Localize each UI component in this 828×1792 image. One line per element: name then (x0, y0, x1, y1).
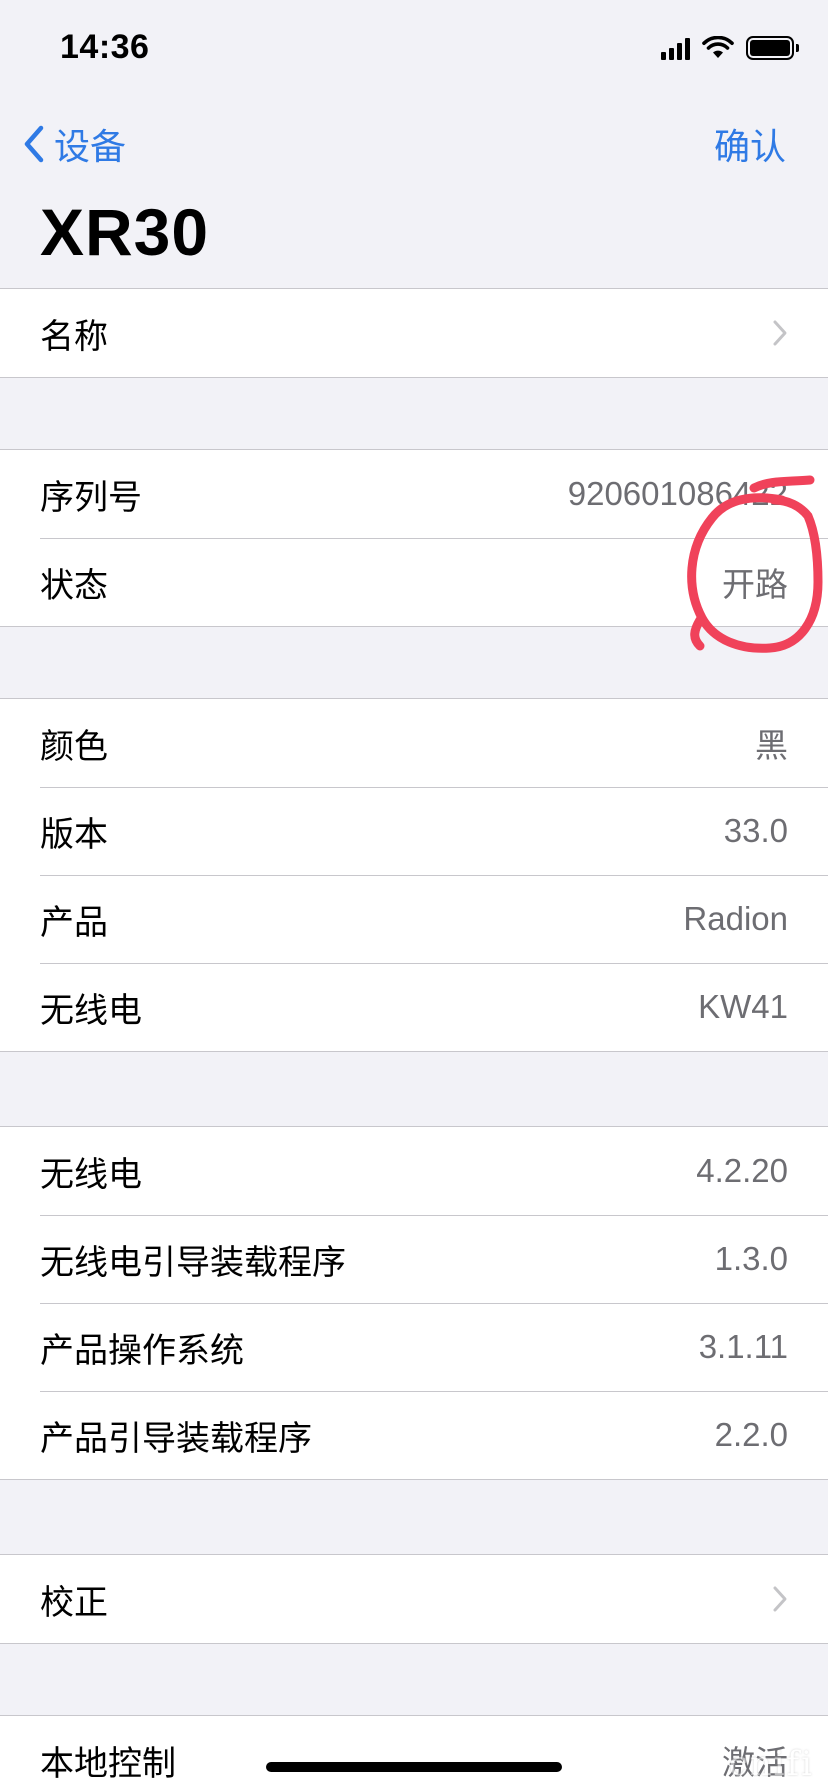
signal-icon (661, 36, 690, 60)
row-label: 名称 (40, 317, 108, 356)
group-product: 颜色 黑 版本 33.0 产品 Radion 无线电 KW41 (0, 698, 828, 1052)
group-identity: 序列号 920601086422 状态 开路 (0, 449, 828, 627)
page-title: XR30 (40, 195, 210, 269)
row-color: 颜色 黑 (0, 699, 828, 787)
product-value: Radion (683, 900, 788, 937)
chevron-left-icon (24, 125, 44, 163)
row-label: 校正 (40, 1583, 108, 1622)
row-name[interactable]: 名称 (0, 289, 828, 377)
group-name: 名称 (0, 288, 828, 378)
row-local-control[interactable]: 本地控制 激活 (0, 1716, 828, 1792)
row-product: 产品 Radion (0, 875, 828, 963)
wifi-icon (702, 36, 734, 58)
status-bar: 14:36 (0, 0, 828, 100)
product-os-value: 3.1.11 (698, 1328, 788, 1365)
product-bootloader-value: 2.2.0 (714, 1416, 788, 1453)
radio-firmware-value: 4.2.20 (696, 1152, 788, 1189)
group-calibration: 校正 (0, 1554, 828, 1644)
row-calibration[interactable]: 校正 (0, 1555, 828, 1643)
row-radio: 无线电 KW41 (0, 963, 828, 1051)
radio-value: KW41 (698, 988, 788, 1025)
watermark: cnifi (728, 1744, 814, 1784)
row-label: 产品 (40, 903, 108, 942)
home-indicator[interactable] (266, 1762, 562, 1772)
row-product-bootloader: 产品引导装载程序 2.2.0 (0, 1391, 828, 1479)
back-button[interactable]: 设备 (22, 118, 126, 170)
row-label: 产品操作系统 (40, 1331, 244, 1370)
group-firmware: 无线电 4.2.20 无线电引导装载程序 1.3.0 产品操作系统 3.1.11… (0, 1126, 828, 1480)
chevron-right-icon (772, 1585, 788, 1613)
color-value: 黑 (755, 727, 788, 764)
confirm-button[interactable]: 确认 (714, 118, 786, 170)
group-local-control: 本地控制 激活 (0, 1715, 828, 1792)
status-icons (661, 36, 799, 60)
row-radio-firmware: 无线电 4.2.20 (0, 1127, 828, 1215)
row-status: 状态 开路 (0, 538, 828, 626)
back-label: 设备 (54, 126, 127, 167)
row-serial: 序列号 920601086422 (0, 450, 828, 538)
row-label: 状态 (40, 566, 108, 605)
battery-icon (746, 36, 799, 60)
chevron-right-icon (772, 319, 788, 347)
status-value: 开路 (722, 566, 788, 603)
row-label: 无线电 (40, 991, 142, 1030)
version-value: 33.0 (723, 812, 788, 849)
row-label: 颜色 (40, 727, 108, 766)
row-label: 本地控制 (40, 1744, 176, 1783)
row-product-os: 产品操作系统 3.1.11 (0, 1303, 828, 1391)
status-time: 14:36 (60, 28, 150, 66)
row-radio-bootloader: 无线电引导装载程序 1.3.0 (0, 1215, 828, 1303)
row-label: 序列号 (40, 478, 142, 517)
serial-value: 920601086422 (567, 475, 788, 512)
row-label: 无线电 (40, 1155, 142, 1194)
row-version: 版本 33.0 (0, 787, 828, 875)
row-label: 版本 (40, 815, 108, 854)
radio-bootloader-value: 1.3.0 (714, 1240, 788, 1277)
row-label: 产品引导装载程序 (40, 1419, 312, 1458)
row-label: 无线电引导装载程序 (40, 1243, 346, 1282)
